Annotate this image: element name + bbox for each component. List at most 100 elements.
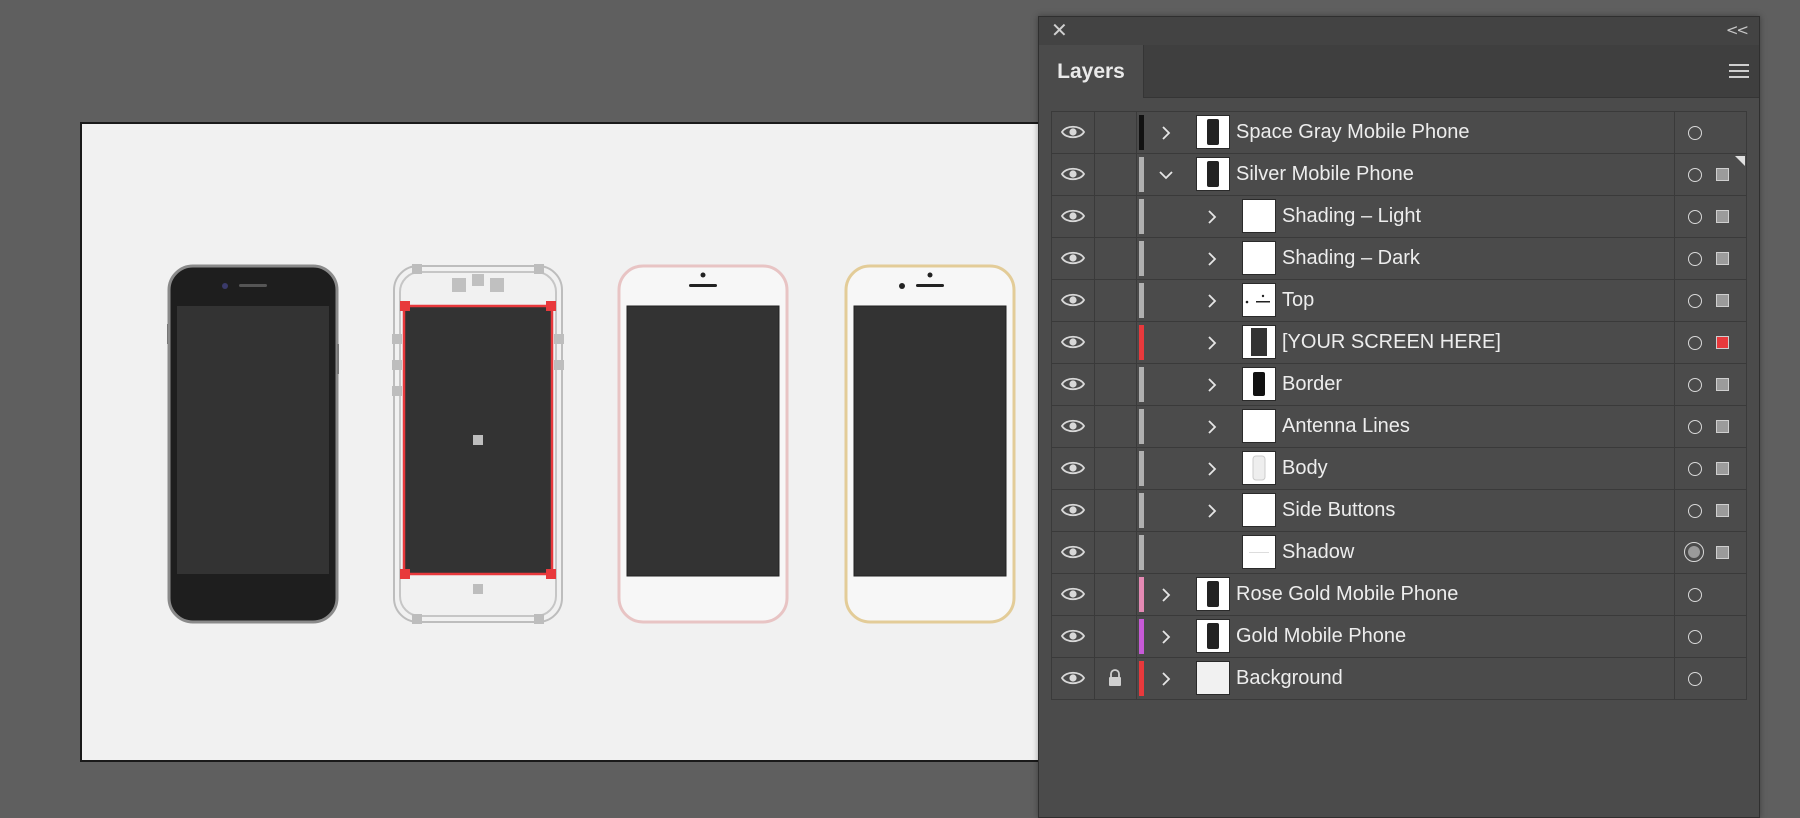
selection-indicator[interactable] (1716, 210, 1729, 223)
hamburger-menu-icon[interactable] (1729, 64, 1749, 78)
chevron-right-icon[interactable] (1202, 490, 1222, 531)
layer-name[interactable]: Antenna Lines (1282, 406, 1410, 447)
visibility-toggle[interactable] (1052, 574, 1095, 615)
visibility-toggle[interactable] (1052, 196, 1095, 237)
space-gray-phone[interactable] (167, 264, 339, 624)
chevron-right-icon[interactable] (1202, 406, 1222, 447)
lock-toggle[interactable] (1094, 574, 1137, 615)
layer-row[interactable]: Space Gray Mobile Phone (1052, 112, 1746, 154)
target-circle-icon[interactable] (1688, 588, 1702, 602)
artboard[interactable] (80, 122, 1040, 762)
selection-indicator[interactable] (1716, 336, 1729, 349)
visibility-toggle[interactable] (1052, 154, 1095, 195)
layer-name[interactable]: Background (1236, 658, 1343, 699)
chevron-right-icon[interactable] (1202, 448, 1222, 489)
lock-toggle[interactable] (1094, 364, 1137, 405)
layer-name[interactable]: [YOUR SCREEN HERE] (1282, 322, 1501, 363)
lock-toggle[interactable] (1094, 406, 1137, 447)
target-circle-icon[interactable] (1688, 210, 1702, 224)
selection-indicator[interactable] (1716, 504, 1729, 517)
target-circle-icon[interactable] (1688, 462, 1702, 476)
chevron-right-icon[interactable] (1202, 196, 1222, 237)
selection-indicator[interactable] (1716, 294, 1729, 307)
layer-row[interactable]: Shading – Dark (1052, 238, 1746, 280)
layer-row[interactable]: Top (1052, 280, 1746, 322)
layer-name[interactable]: Space Gray Mobile Phone (1236, 112, 1469, 153)
rose-gold-phone[interactable] (617, 264, 789, 624)
visibility-toggle[interactable] (1052, 658, 1095, 699)
lock-toggle[interactable] (1094, 238, 1137, 279)
layer-name[interactable]: Shading – Light (1282, 196, 1421, 237)
selection-indicator[interactable] (1716, 252, 1729, 265)
chevron-down-icon[interactable] (1156, 154, 1176, 195)
layer-name[interactable]: Side Buttons (1282, 490, 1395, 531)
chevron-right-icon[interactable] (1202, 364, 1222, 405)
visibility-toggle[interactable] (1052, 448, 1095, 489)
chevron-right-icon[interactable] (1156, 616, 1176, 657)
visibility-toggle[interactable] (1052, 322, 1095, 363)
lock-toggle[interactable] (1094, 280, 1137, 321)
selection-indicator[interactable] (1716, 378, 1729, 391)
target-circle-icon[interactable] (1688, 294, 1702, 308)
visibility-toggle[interactable] (1052, 238, 1095, 279)
layer-row[interactable]: Shading – Light (1052, 196, 1746, 238)
target-circle-icon[interactable] (1688, 630, 1702, 644)
visibility-toggle[interactable] (1052, 280, 1095, 321)
chevron-right-icon[interactable] (1156, 574, 1176, 615)
visibility-toggle[interactable] (1052, 406, 1095, 447)
visibility-toggle[interactable] (1052, 532, 1095, 573)
layer-row[interactable]: Background (1052, 658, 1746, 700)
layer-name[interactable]: Top (1282, 280, 1314, 321)
target-circle-icon[interactable] (1688, 420, 1702, 434)
layer-name[interactable]: Shadow (1282, 532, 1354, 573)
target-circle-icon[interactable] (1688, 168, 1702, 182)
lock-toggle[interactable] (1094, 532, 1137, 573)
target-circle-icon[interactable] (1688, 672, 1702, 686)
target-circle-icon[interactable] (1688, 336, 1702, 350)
target-circle-icon[interactable] (1688, 378, 1702, 392)
visibility-toggle[interactable] (1052, 490, 1095, 531)
double-chevron-left-icon[interactable]: << (1726, 21, 1749, 39)
lock-toggle[interactable] (1094, 154, 1137, 195)
chevron-right-icon[interactable] (1202, 322, 1222, 363)
chevron-right-icon[interactable] (1156, 112, 1176, 153)
selection-indicator[interactable] (1716, 420, 1729, 433)
target-circle-icon[interactable] (1688, 126, 1702, 140)
layer-name[interactable]: Rose Gold Mobile Phone (1236, 574, 1458, 615)
layer-row[interactable]: Antenna Lines (1052, 406, 1746, 448)
lock-toggle[interactable] (1094, 322, 1137, 363)
layer-name[interactable]: Body (1282, 448, 1328, 489)
visibility-toggle[interactable] (1052, 112, 1095, 153)
silver-phone-selected[interactable] (392, 264, 564, 624)
lock-toggle[interactable] (1094, 112, 1137, 153)
target-circle-icon[interactable] (1684, 542, 1704, 562)
lock-toggle[interactable] (1094, 616, 1137, 657)
target-circle-icon[interactable] (1688, 252, 1702, 266)
lock-toggle[interactable] (1094, 658, 1137, 699)
layer-row[interactable]: Shadow (1052, 532, 1746, 574)
layer-row[interactable]: Silver Mobile Phone (1052, 154, 1746, 196)
chevron-right-icon[interactable] (1202, 280, 1222, 321)
layer-row[interactable]: Border (1052, 364, 1746, 406)
lock-toggle[interactable] (1094, 448, 1137, 489)
selection-indicator[interactable] (1716, 546, 1729, 559)
layer-name[interactable]: Border (1282, 364, 1342, 405)
layer-name[interactable]: Shading – Dark (1282, 238, 1420, 279)
layer-row[interactable]: Body (1052, 448, 1746, 490)
selection-indicator[interactable] (1716, 462, 1729, 475)
layer-name[interactable]: Gold Mobile Phone (1236, 616, 1406, 657)
layer-row[interactable]: [YOUR SCREEN HERE] (1052, 322, 1746, 364)
gold-phone[interactable] (844, 264, 1016, 624)
layer-name[interactable]: Silver Mobile Phone (1236, 154, 1414, 195)
tab-layers[interactable]: Layers (1039, 45, 1144, 98)
chevron-right-icon[interactable] (1156, 658, 1176, 699)
layer-row[interactable]: Side Buttons (1052, 490, 1746, 532)
selection-indicator[interactable] (1716, 168, 1729, 181)
lock-toggle[interactable] (1094, 490, 1137, 531)
chevron-right-icon[interactable] (1202, 238, 1222, 279)
close-icon[interactable]: ✕ (1051, 19, 1068, 43)
visibility-toggle[interactable] (1052, 616, 1095, 657)
lock-toggle[interactable] (1094, 196, 1137, 237)
target-circle-icon[interactable] (1688, 504, 1702, 518)
visibility-toggle[interactable] (1052, 364, 1095, 405)
